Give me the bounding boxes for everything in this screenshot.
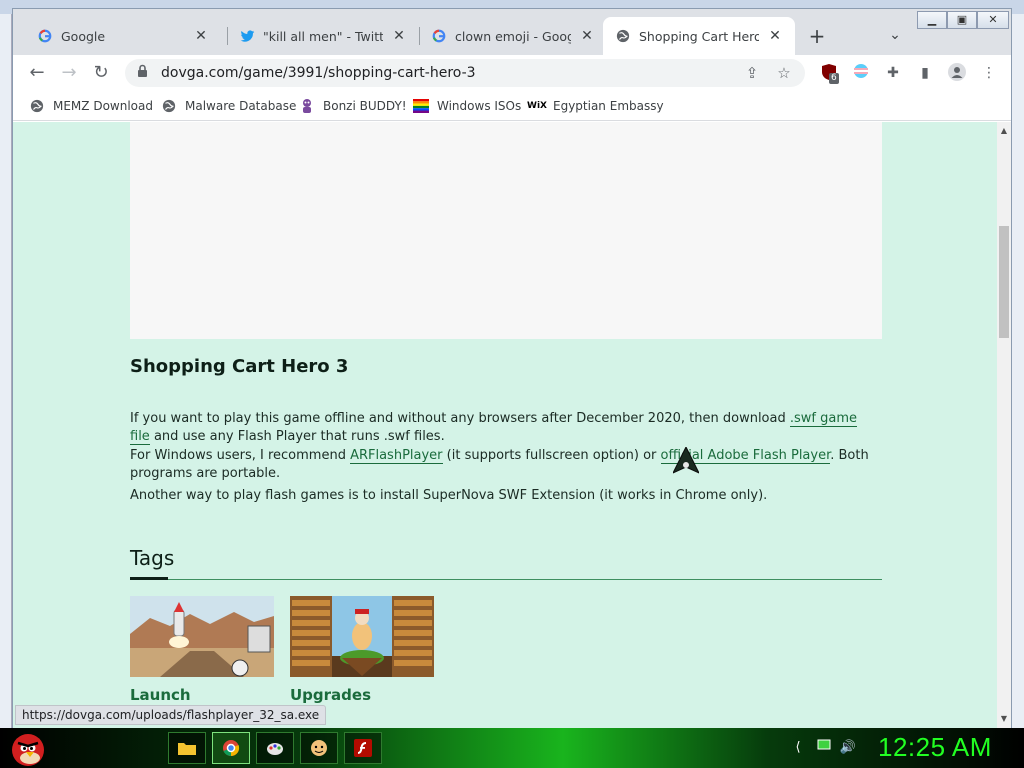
windows-paragraph: For Windows users, I recommend ARFlashPl…	[130, 447, 870, 483]
tray-volume-icon[interactable]: 🔊	[838, 738, 858, 758]
maximize-button[interactable]: ▣	[947, 11, 977, 29]
new-tab-button[interactable]: +	[807, 26, 827, 46]
bookmark-star-icon[interactable]: ☆	[773, 62, 795, 84]
paragraph-text: and use any Flash Player that runs .swf …	[149, 429, 445, 444]
taskbar-chrome-icon[interactable]	[212, 732, 250, 764]
taskbar-game-icon[interactable]	[300, 732, 338, 764]
side-panel-icon[interactable]: ▮	[915, 63, 935, 83]
bookmark-bonzi-buddy[interactable]: Bonzi BUDDY!	[299, 97, 407, 115]
menu-kebab-icon[interactable]: ⋮	[979, 63, 999, 83]
twitter-icon	[239, 28, 255, 44]
start-button-angry-bird-icon[interactable]	[8, 728, 48, 768]
status-bar-url: https://dovga.com/uploads/flashplayer_32…	[15, 705, 327, 725]
google-icon	[37, 28, 53, 44]
tab-search-icon[interactable]: ⌄	[886, 27, 904, 45]
tab-title: "kill all men" - Twitter Se	[263, 28, 383, 44]
tab-strip: Google ✕ "kill all men" - Twitter Se ✕ c…	[13, 9, 1011, 55]
globe-icon	[29, 98, 45, 114]
tab-shopping-cart-hero[interactable]: Shopping Cart Hero 3 | d ✕	[603, 17, 795, 55]
tray-network-icon[interactable]	[814, 738, 834, 758]
browser-toolbar: ← → ↻ dovga.com/game/3991/shopping-cart-…	[13, 55, 1011, 91]
taskbar-clock[interactable]: 12:25 AM	[878, 732, 992, 763]
address-bar[interactable]: dovga.com/game/3991/shopping-cart-hero-3…	[125, 59, 805, 87]
taskbar-folder-icon[interactable]	[168, 732, 206, 764]
lock-icon	[137, 64, 151, 82]
bookmark-label: Bonzi BUDDY!	[323, 99, 407, 113]
trans-flag-extension-icon[interactable]	[851, 63, 871, 83]
tab-twitter[interactable]: "kill all men" - Twitter Se ✕	[227, 17, 419, 55]
close-window-button[interactable]: ✕	[977, 11, 1009, 29]
tag-thumbnail-launch[interactable]	[130, 596, 274, 677]
game-title: Shopping Cart Hero 3	[130, 356, 349, 377]
share-icon[interactable]: ⇪	[741, 62, 763, 84]
reload-button[interactable]: ↻	[89, 61, 113, 85]
globe-icon	[161, 98, 177, 114]
tab-google[interactable]: Google ✕	[25, 17, 221, 55]
tags-divider-accent	[130, 577, 168, 580]
wix-icon: WiX	[527, 101, 547, 111]
tab-title: Shopping Cart Hero 3 | d	[639, 28, 759, 44]
taskbar: ⟨ 🔊 12:25 AM	[0, 728, 1024, 768]
offline-paragraph: If you want to play this game offline an…	[130, 410, 870, 446]
paragraph-text: For Windows users, I recommend	[130, 448, 351, 463]
arflashplayer-link[interactable]: ARFlashPlayer	[350, 448, 443, 464]
tray-back-icon[interactable]: ⟨	[788, 738, 808, 758]
browser-window: Google ✕ "kill all men" - Twitter Se ✕ c…	[12, 8, 1012, 729]
bookmark-label: MEMZ Download	[53, 99, 153, 113]
forward-button[interactable]: →	[57, 61, 81, 85]
background-window-left	[0, 14, 12, 728]
bookmark-windows-isos[interactable]: Windows ISOs	[413, 97, 521, 115]
close-tab-icon[interactable]: ✕	[767, 28, 783, 44]
back-button[interactable]: ←	[25, 61, 49, 85]
minimize-button[interactable]: ▁	[917, 11, 947, 29]
bookmark-label: Malware Database	[185, 99, 297, 113]
bonzi-icon	[299, 98, 315, 114]
extension-badge: 6	[829, 73, 839, 84]
scroll-up-icon[interactable]: ▲	[999, 126, 1009, 135]
rainbow-flag-icon	[413, 98, 429, 114]
extensions-puzzle-icon[interactable]: ✚	[883, 63, 903, 83]
paragraph-text: (it supports fullscreen option) or	[442, 448, 661, 463]
url-text: dovga.com/game/3991/shopping-cart-hero-3	[161, 65, 476, 81]
close-tab-icon[interactable]: ✕	[391, 28, 407, 44]
game-embed-area[interactable]	[130, 122, 882, 339]
bookmarks-bar: MEMZ Download Malware Database Bonzi BUD…	[13, 91, 1011, 121]
tags-divider	[130, 579, 882, 580]
close-tab-icon[interactable]: ✕	[579, 28, 595, 44]
tag-thumbnail-upgrades[interactable]	[290, 596, 434, 677]
tags-heading: Tags	[130, 546, 175, 570]
tab-title: Google	[61, 28, 106, 44]
ublock-icon[interactable]: 6	[819, 63, 839, 84]
page-viewport[interactable]: Shopping Cart Hero 3 If you want to play…	[13, 122, 997, 729]
close-tab-icon[interactable]: ✕	[193, 28, 209, 44]
profile-avatar[interactable]	[947, 63, 967, 83]
tab-title: clown emoji - Google Se	[455, 28, 571, 44]
tag-label-launch[interactable]: Launch	[130, 686, 191, 704]
bookmark-malware-database[interactable]: Malware Database	[161, 97, 296, 115]
custom-cursor-icon	[671, 445, 701, 477]
supernova-paragraph: Another way to play flash games is to in…	[130, 488, 768, 503]
page-scrollbar[interactable]: ▲ ▼	[997, 122, 1011, 729]
taskbar-flash-icon[interactable]	[344, 732, 382, 764]
scroll-down-icon[interactable]: ▼	[999, 714, 1009, 723]
tab-clown-emoji[interactable]: clown emoji - Google Se ✕	[419, 17, 607, 55]
taskbar-paint-icon[interactable]	[256, 732, 294, 764]
bookmark-label: Egyptian Embassy	[553, 99, 664, 113]
tag-label-upgrades[interactable]: Upgrades	[290, 686, 371, 704]
scrollbar-thumb[interactable]	[999, 226, 1009, 338]
google-icon	[431, 28, 447, 44]
bookmark-label: Windows ISOs	[437, 99, 522, 113]
background-window-right	[1012, 14, 1024, 728]
bookmark-egyptian-embassy[interactable]: WiX Egyptian Embassy	[527, 97, 664, 115]
globe-icon	[615, 28, 631, 44]
bookmark-memz[interactable]: MEMZ Download	[29, 97, 153, 115]
paragraph-text: If you want to play this game offline an…	[130, 411, 790, 426]
